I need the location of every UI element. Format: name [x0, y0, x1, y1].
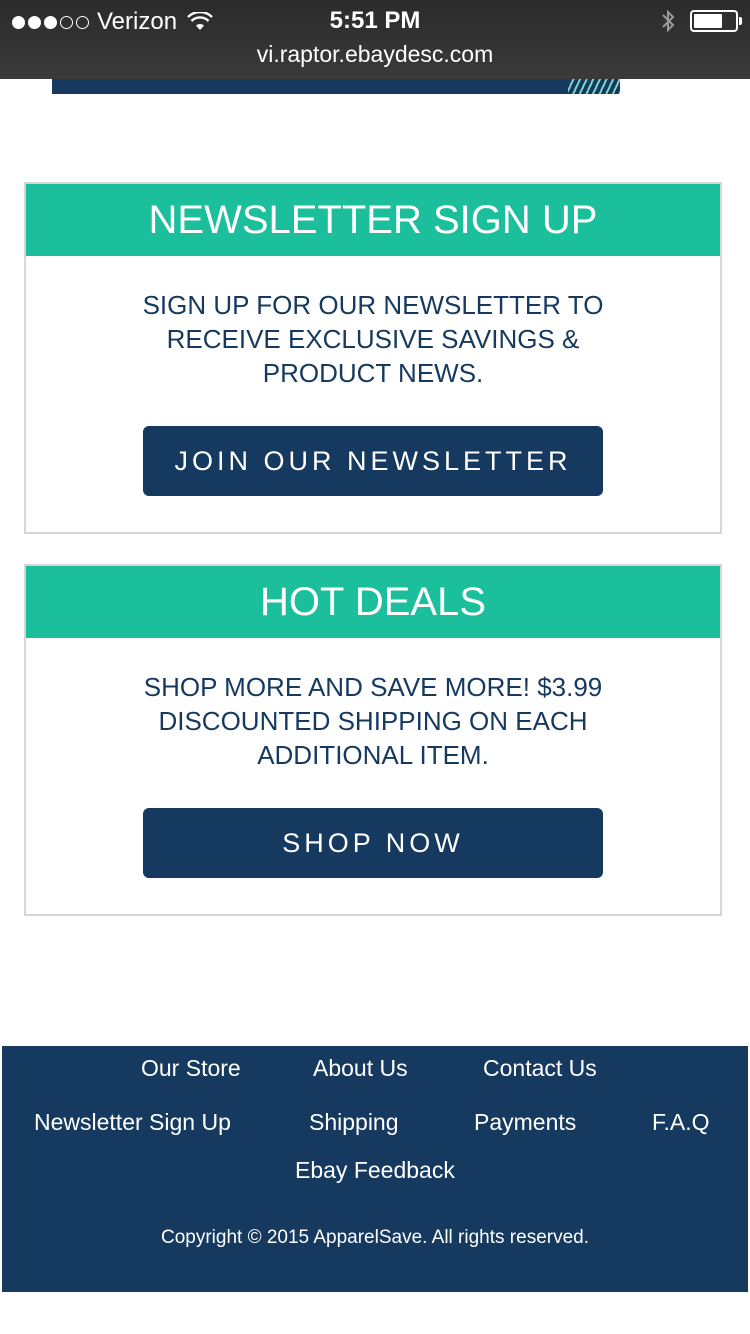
newsletter-card: NEWSLETTER SIGN UP SIGN UP FOR OUR NEWSL…: [24, 182, 722, 534]
bluetooth-icon: [662, 9, 675, 33]
newsletter-title: NEWSLETTER SIGN UP: [26, 184, 720, 256]
hot-deals-card: HOT DEALS SHOP MORE AND SAVE MORE! $3.99…: [24, 564, 722, 916]
url-bar[interactable]: vi.raptor.ebaydesc.com: [0, 41, 750, 68]
banner-stripes: [568, 79, 620, 94]
shop-now-button[interactable]: SHOP NOW: [143, 808, 603, 878]
footer-link-about-us[interactable]: About Us: [313, 1055, 408, 1082]
copyright-text: Copyright © 2015 ApparelSave. All rights…: [160, 1227, 589, 1248]
footer: Our Store About Us Contact Us Newsletter…: [2, 1046, 748, 1292]
hot-deals-description: SHOP MORE AND SAVE MORE! $3.99 DISCOUNTE…: [143, 672, 603, 770]
footer-link-newsletter-sign-up[interactable]: Newsletter Sign Up: [34, 1109, 231, 1136]
battery-icon: [690, 10, 742, 32]
footer-link-our-store[interactable]: Our Store: [141, 1055, 241, 1082]
header-banner: [52, 79, 620, 94]
footer-link-ebay-feedback[interactable]: Ebay Feedback: [295, 1157, 455, 1184]
footer-link-payments[interactable]: Payments: [474, 1109, 576, 1136]
clock: 5:51 PM: [329, 7, 421, 34]
footer-link-shipping[interactable]: Shipping: [309, 1109, 399, 1136]
hot-deals-title: HOT DEALS: [26, 566, 720, 638]
newsletter-description: SIGN UP FOR OUR NEWSLETTER TO RECEIVE EX…: [142, 290, 604, 388]
join-newsletter-button[interactable]: JOIN OUR NEWSLETTER: [143, 426, 603, 496]
status-bar: Verizon 5:51 PM vi.raptor.ebaydesc.com: [0, 0, 750, 79]
footer-link-faq[interactable]: F.A.Q: [652, 1109, 710, 1136]
footer-link-contact-us[interactable]: Contact Us: [483, 1055, 597, 1082]
